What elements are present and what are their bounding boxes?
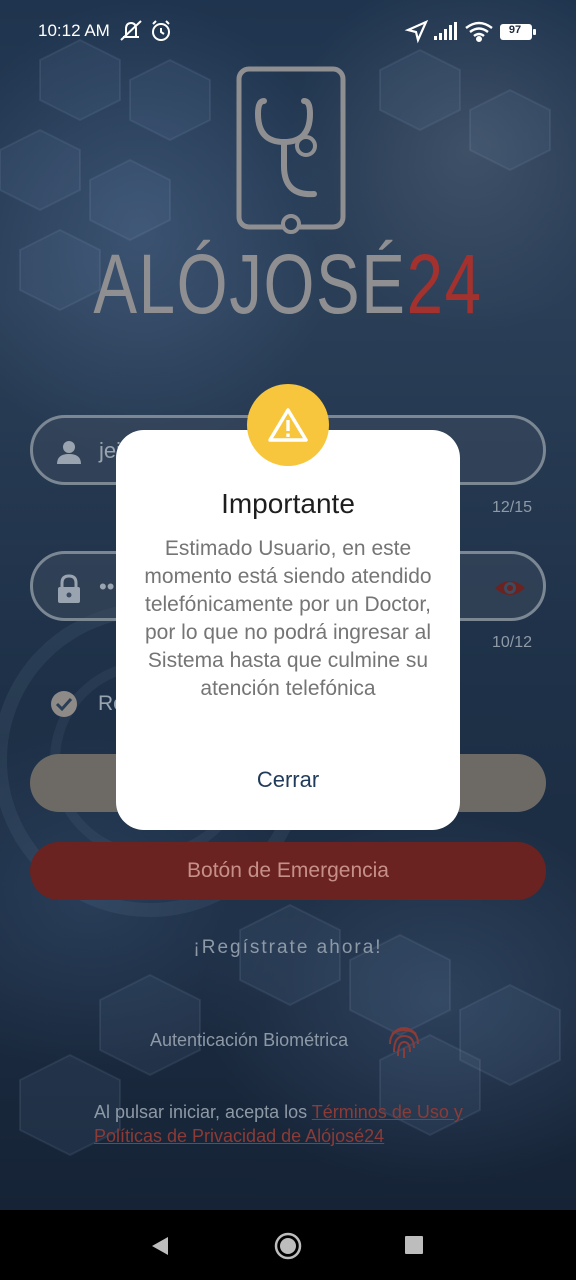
dialog-message: Estimado Usuario, en este momento está s… — [144, 537, 432, 700]
warning-badge — [247, 384, 329, 466]
dialog-title: Importante — [221, 488, 355, 519]
close-button[interactable]: Cerrar — [228, 760, 348, 800]
warning-icon — [268, 408, 308, 442]
back-icon[interactable] — [150, 1235, 170, 1257]
important-dialog: Importante Estimado Usuario, en este mom… — [116, 430, 460, 830]
recents-icon[interactable] — [405, 1236, 423, 1254]
login-screen: 10:12 AM 97 ALÓJOSÉ24 jei 12/15 •• 10/12… — [0, 0, 576, 1210]
navigation-bar — [0, 1210, 576, 1280]
home-icon[interactable] — [274, 1232, 302, 1260]
